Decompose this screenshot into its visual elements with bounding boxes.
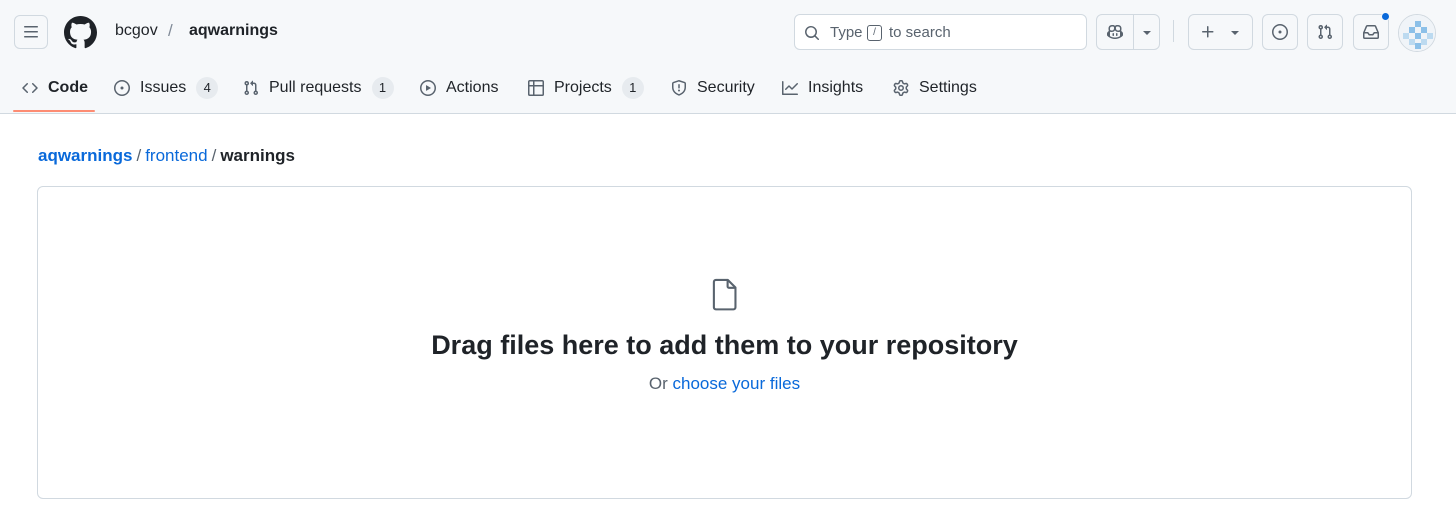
tab-actions[interactable]: Actions (420, 68, 498, 108)
tab-pull-requests[interactable]: Pull requests 1 (243, 68, 394, 108)
path-root-link[interactable]: aqwarnings (38, 146, 132, 165)
unread-notification-indicator (1381, 12, 1390, 21)
drop-zone-subtitle: Or choose your files (38, 374, 1411, 394)
drop-zone-title: Drag files here to add them to your repo… (431, 330, 1018, 360)
app-header: bcgov / aqwarnings Type / to search Code… (0, 0, 1456, 114)
tab-security[interactable]: Security (671, 68, 755, 108)
avatar[interactable] (1398, 14, 1436, 52)
git-pull-request-icon (1318, 24, 1333, 40)
gear-icon (893, 80, 909, 96)
repo-link[interactable]: aqwarnings (189, 22, 278, 40)
chevron-down-icon (1231, 31, 1239, 35)
projects-count-badge: 1 (621, 77, 644, 99)
breadcrumb-separator: / (168, 21, 173, 40)
issue-opened-icon (114, 80, 130, 96)
tab-code[interactable]: Code (22, 68, 88, 108)
choose-files-link[interactable]: choose your files (673, 374, 801, 393)
path-separator: / (136, 146, 142, 165)
your-issues-button[interactable] (1262, 14, 1298, 50)
code-icon (22, 82, 38, 94)
tab-label: Insights (808, 79, 864, 96)
copilot-icon[interactable] (1106, 24, 1124, 40)
play-icon (420, 80, 436, 96)
hamburger-icon (24, 26, 38, 38)
search-icon (805, 26, 820, 41)
copilot-button-group (1096, 14, 1160, 50)
tab-label: Projects (554, 79, 612, 96)
drop-zone-prefix: Or (648, 374, 668, 393)
graph-icon (782, 81, 798, 95)
path-folder-link[interactable]: frontend (145, 146, 207, 165)
identicon-icon (1399, 15, 1435, 51)
search-shortcut-key: / (867, 25, 882, 41)
button-divider (1133, 15, 1134, 49)
tab-label: Issues (140, 79, 187, 96)
owner-link[interactable]: bcgov (115, 22, 158, 40)
search-placeholder-prefix: Type (830, 24, 863, 41)
tab-label: Actions (446, 79, 499, 96)
repo-nav-tabs: Code Issues 4 Pull requests 1 Actions Pr… (0, 68, 1456, 114)
shield-icon (672, 80, 686, 96)
table-icon (528, 80, 544, 96)
tab-insights[interactable]: Insights (782, 68, 863, 108)
file-path-breadcrumb: aqwarnings / frontend / warnings (38, 146, 295, 166)
tab-issues[interactable]: Issues 4 (114, 68, 219, 108)
file-icon (712, 278, 737, 311)
issue-opened-icon (1272, 24, 1288, 40)
file-drop-zone[interactable]: Drag files here to add them to your repo… (37, 186, 1412, 499)
inbox-icon (1363, 25, 1379, 39)
tab-label: Pull requests (269, 79, 362, 96)
chevron-down-icon[interactable] (1143, 31, 1151, 35)
git-pull-request-icon (244, 80, 259, 96)
tab-settings[interactable]: Settings (893, 68, 977, 108)
tab-label: Code (48, 79, 88, 96)
issues-count-badge: 4 (196, 77, 219, 99)
your-pull-requests-button[interactable] (1307, 14, 1343, 50)
path-current-folder: warnings (220, 146, 295, 165)
search-placeholder-suffix: to search (889, 24, 951, 41)
header-divider (1173, 20, 1174, 42)
create-new-button[interactable] (1188, 14, 1253, 50)
menu-button[interactable] (14, 15, 48, 49)
path-separator: / (211, 146, 217, 165)
tab-label: Settings (919, 79, 977, 96)
tab-projects[interactable]: Projects 1 (528, 68, 644, 108)
pull-requests-count-badge: 1 (371, 77, 394, 99)
tab-label: Security (697, 79, 755, 96)
plus-icon (1202, 26, 1214, 38)
selected-tab-indicator (13, 110, 95, 112)
search-input[interactable]: Type / to search (794, 14, 1087, 50)
github-logo-icon[interactable] (64, 16, 97, 49)
